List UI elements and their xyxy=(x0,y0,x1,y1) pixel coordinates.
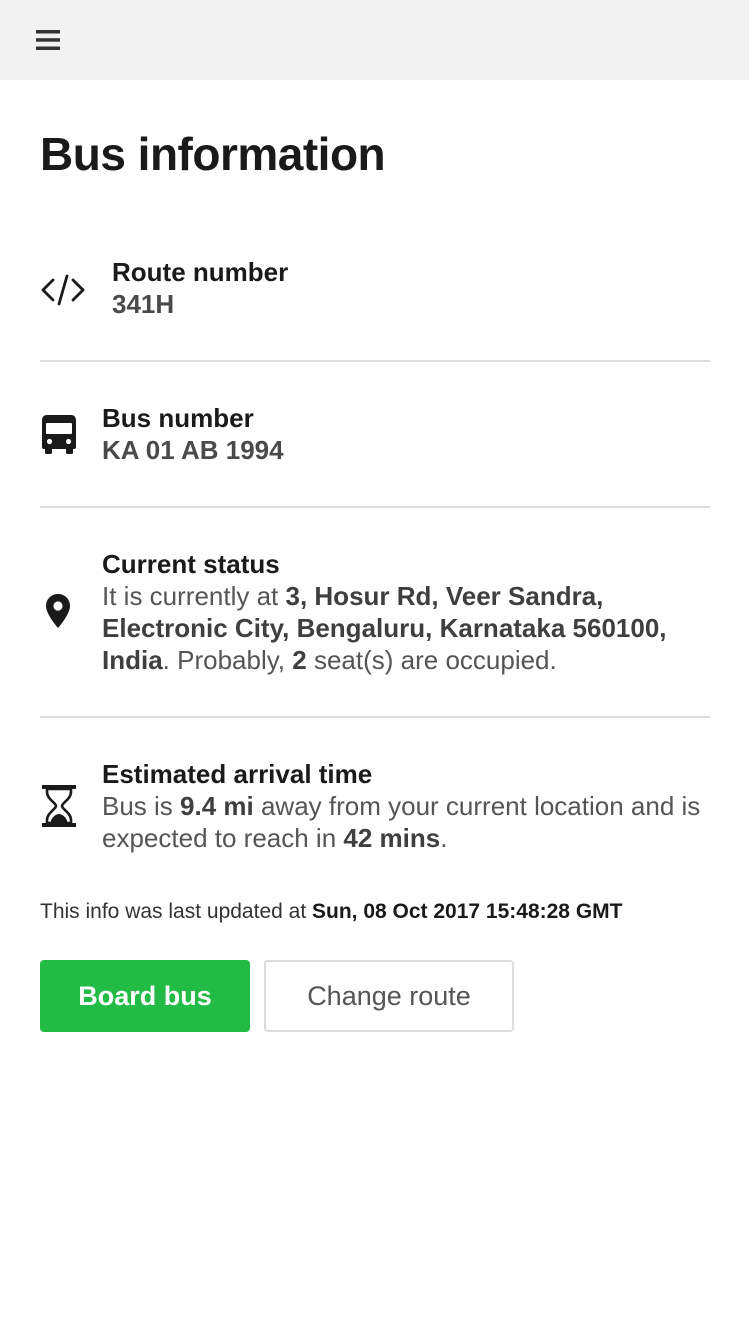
top-app-bar xyxy=(0,0,749,80)
hamburger-menu-icon xyxy=(36,30,60,50)
occupied-seats-count: 2 xyxy=(292,645,307,675)
divider xyxy=(40,360,710,362)
current-status-label: Current status xyxy=(102,549,280,579)
last-updated-timestamp: Sun, 08 Oct 2017 15:48:28 GMT xyxy=(312,900,623,923)
bus-number-row: Bus number KA 01 AB 1994 xyxy=(40,402,710,472)
route-number-row: Route number 341H xyxy=(40,256,710,326)
route-number-value: 341H xyxy=(112,289,175,319)
eta-time: 42 mins xyxy=(343,823,441,853)
route-number-label: Route number xyxy=(112,257,289,287)
change-route-button[interactable]: Change route xyxy=(264,960,514,1032)
code-icon xyxy=(40,270,86,310)
eta-row: Estimated arrival time Bus is 9.4 mi awa… xyxy=(40,758,710,858)
menu-button[interactable] xyxy=(30,22,66,58)
bus-number-value: KA 01 AB 1994 xyxy=(102,435,284,465)
current-status-text: It is currently at 3, Hosur Rd, Veer San… xyxy=(102,581,667,675)
bus-icon xyxy=(40,412,78,456)
eta-label: Estimated arrival time xyxy=(102,759,373,789)
bus-number-label: Bus number xyxy=(102,403,254,433)
page-title: Bus information xyxy=(40,128,386,180)
board-bus-button[interactable]: Board bus xyxy=(40,960,250,1032)
location-pin-icon xyxy=(44,592,72,630)
hourglass-icon xyxy=(40,782,78,830)
last-updated-text: This info was last updated at Sun, 08 Oc… xyxy=(40,900,623,923)
divider xyxy=(40,506,710,508)
current-status-row: Current status It is currently at 3, Hos… xyxy=(40,548,710,688)
eta-text: Bus is 9.4 mi away from your current loc… xyxy=(102,791,701,853)
eta-distance: 9.4 mi xyxy=(180,791,254,821)
divider xyxy=(40,716,710,718)
